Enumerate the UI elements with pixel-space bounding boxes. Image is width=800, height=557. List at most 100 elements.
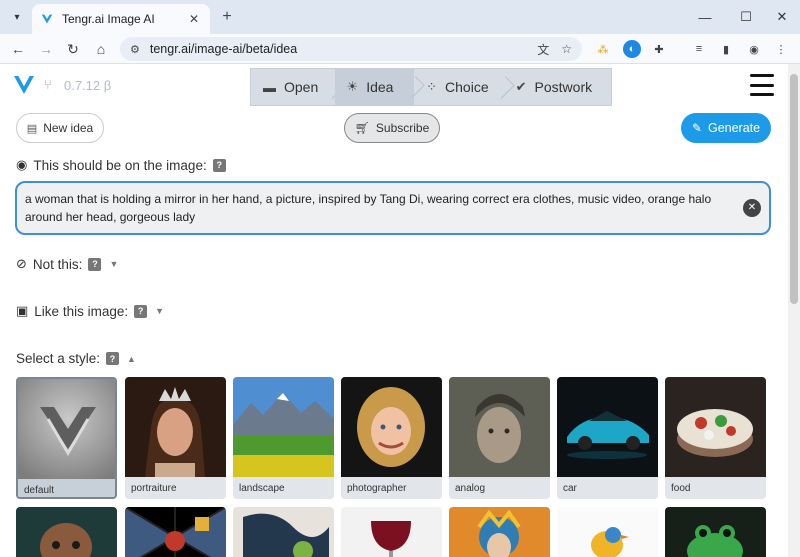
new-tab-icon[interactable]: + bbox=[217, 7, 237, 27]
step-choice[interactable]: ⁘ Choice bbox=[414, 69, 504, 105]
prompt-heading: ◉ This should be on the image: ? bbox=[16, 157, 226, 173]
step-label: Postwork bbox=[534, 79, 593, 95]
reference-image-heading[interactable]: ▣ Like this image: ? ▼ bbox=[16, 303, 164, 319]
analog-style-thumbnail bbox=[449, 377, 550, 477]
url-text: tengr.ai/image-ai/beta/idea bbox=[149, 42, 298, 56]
style-heading[interactable]: Select a style: ? ▲ bbox=[16, 351, 136, 366]
close-tab-icon[interactable]: ✕ bbox=[186, 11, 202, 27]
address-bar[interactable]: ⚙ tengr.ai/image-ai/beta/idea 文 ☆ bbox=[120, 37, 582, 61]
menu-kebab-icon[interactable]: ⋮ bbox=[772, 40, 790, 58]
scrollbar-thumb[interactable] bbox=[790, 74, 798, 304]
forward-icon[interactable]: → bbox=[36, 39, 56, 59]
style-caption: default bbox=[18, 479, 115, 497]
new-idea-button[interactable]: ▤ New idea bbox=[16, 113, 104, 143]
tengr-favicon-icon bbox=[41, 14, 53, 24]
side-panel-icon[interactable]: ▮ bbox=[717, 40, 735, 58]
maximize-icon[interactable]: ☐ bbox=[735, 6, 757, 28]
step-idea[interactable]: ☀ Idea bbox=[334, 69, 415, 105]
style-card-row2-6[interactable] bbox=[557, 507, 658, 557]
grid-icon: ⁘ bbox=[426, 79, 438, 94]
step-label: Open bbox=[284, 79, 319, 95]
prompt-label: This should be on the image: bbox=[33, 157, 207, 173]
chevron-down-icon[interactable]: ▼ bbox=[155, 306, 164, 316]
extensions-puzzle-icon[interactable]: ✚ bbox=[650, 40, 668, 58]
lightbulb-icon: ☀ bbox=[346, 79, 359, 94]
style-card-analog[interactable]: analog bbox=[449, 377, 550, 499]
image-file-icon: ▣ bbox=[16, 303, 29, 318]
translate-icon[interactable]: 文 bbox=[537, 41, 549, 58]
subscribe-label: Subscribe bbox=[375, 121, 430, 135]
style-card-row2-2[interactable] bbox=[125, 507, 226, 557]
style-card-row2-7[interactable] bbox=[665, 507, 766, 557]
style-card-default[interactable]: default bbox=[16, 377, 117, 499]
like-image-label: Like this image: bbox=[34, 303, 129, 319]
browser-tabbar: ▾ Tengr.ai Image AI ✕ + — ☐ ✕ bbox=[0, 0, 800, 34]
chevron-up-icon[interactable]: ▲ bbox=[127, 354, 136, 364]
browser-tab[interactable]: Tengr.ai Image AI ✕ bbox=[32, 4, 210, 34]
style-card-portraiture[interactable]: portraiture bbox=[125, 377, 226, 499]
branch-icon: ⑂ bbox=[44, 77, 52, 92]
step-postwork[interactable]: ✔ Postwork bbox=[504, 69, 611, 105]
tab-title: Tengr.ai Image AI bbox=[62, 12, 155, 26]
not-this-label: Not this: bbox=[32, 256, 83, 272]
step-open[interactable]: ▬ Open bbox=[251, 69, 335, 105]
prompt-text: a woman that is holding a mirror in her … bbox=[25, 192, 712, 224]
portraiture-style-thumbnail bbox=[125, 377, 226, 477]
mask-style-thumbnail bbox=[16, 507, 117, 557]
style-card-landscape[interactable]: landscape bbox=[233, 377, 334, 499]
home-icon[interactable]: ⌂ bbox=[91, 39, 111, 59]
tengr-app: ⑂ 0.7.12 β ▬ Open ☀ Idea ⁘ Choice ✔ Post… bbox=[0, 64, 788, 557]
workflow-steps: ▬ Open ☀ Idea ⁘ Choice ✔ Postwork bbox=[250, 68, 612, 106]
style-card-row2-4[interactable] bbox=[341, 507, 442, 557]
prompt-input[interactable]: a woman that is holding a mirror in her … bbox=[15, 181, 771, 235]
food-style-thumbnail bbox=[665, 377, 766, 477]
style-caption: analog bbox=[449, 477, 550, 499]
help-icon[interactable]: ? bbox=[88, 257, 102, 271]
version-label: 0.7.12 β bbox=[64, 78, 112, 93]
style-card-row2-1[interactable] bbox=[16, 507, 117, 557]
media-control-icon[interactable]: ≡ bbox=[690, 40, 708, 58]
tengr-logo-icon[interactable] bbox=[12, 73, 36, 97]
document-icon: ▤ bbox=[26, 122, 38, 135]
page-scrollbar[interactable] bbox=[788, 64, 800, 557]
sync-extension-icon[interactable]: ◐ bbox=[623, 40, 641, 58]
style-caption: photographer bbox=[341, 477, 442, 499]
subscribe-button[interactable]: 🛒︎ Subscribe bbox=[344, 113, 440, 143]
photographer-style-thumbnail bbox=[341, 377, 442, 477]
window-close-icon[interactable]: ✕ bbox=[771, 6, 793, 28]
style-card-food[interactable]: food bbox=[665, 377, 766, 499]
negative-heading[interactable]: ⊘ Not this: ? ▼ bbox=[16, 256, 118, 272]
style-card-photographer[interactable]: photographer bbox=[341, 377, 442, 499]
check-circle-icon: ✔ bbox=[515, 79, 527, 94]
generate-label: Generate bbox=[707, 121, 761, 135]
help-icon[interactable]: ? bbox=[212, 158, 226, 172]
reload-icon[interactable]: ↻ bbox=[63, 39, 83, 59]
chevron-down-icon[interactable]: ▼ bbox=[109, 259, 118, 269]
style-caption: car bbox=[557, 477, 658, 499]
step-label: Idea bbox=[366, 79, 394, 95]
site-info-icon[interactable]: ⚙ bbox=[130, 43, 140, 56]
stained-glass-style-thumbnail bbox=[125, 507, 226, 557]
step-label: Choice bbox=[445, 79, 489, 95]
eye-icon: ◉ bbox=[16, 157, 28, 172]
help-icon[interactable]: ? bbox=[134, 304, 148, 318]
help-icon[interactable]: ? bbox=[106, 352, 120, 365]
back-icon[interactable]: ← bbox=[8, 39, 28, 59]
style-card-row2-3[interactable] bbox=[233, 507, 334, 557]
bookmark-star-icon[interactable]: ☆ bbox=[561, 42, 572, 56]
generate-button[interactable]: ✎ Generate bbox=[681, 113, 771, 143]
tab-search-dropdown-icon[interactable]: ▾ bbox=[8, 8, 26, 26]
new-idea-label: New idea bbox=[43, 121, 94, 135]
style-card-row2-5[interactable] bbox=[449, 507, 550, 557]
hamburger-menu-icon[interactable] bbox=[750, 74, 774, 96]
app-header: ⑂ 0.7.12 β ▬ Open ☀ Idea ⁘ Choice ✔ Post… bbox=[0, 64, 788, 106]
minimize-icon[interactable]: — bbox=[694, 6, 716, 28]
landscape-style-thumbnail bbox=[233, 377, 334, 477]
browser-toolbar: ← → ↻ ⌂ ⚙ tengr.ai/image-ai/beta/idea 文 … bbox=[0, 34, 800, 64]
folder-icon: ▬ bbox=[263, 79, 276, 95]
profile-icon[interactable]: ◉ bbox=[745, 40, 763, 58]
style-card-car[interactable]: car bbox=[557, 377, 658, 499]
magic-wand-icon: ✎ bbox=[691, 121, 702, 135]
clear-prompt-icon[interactable]: ✕ bbox=[743, 199, 761, 217]
rss-extension-icon[interactable]: ⁂ bbox=[594, 40, 612, 58]
